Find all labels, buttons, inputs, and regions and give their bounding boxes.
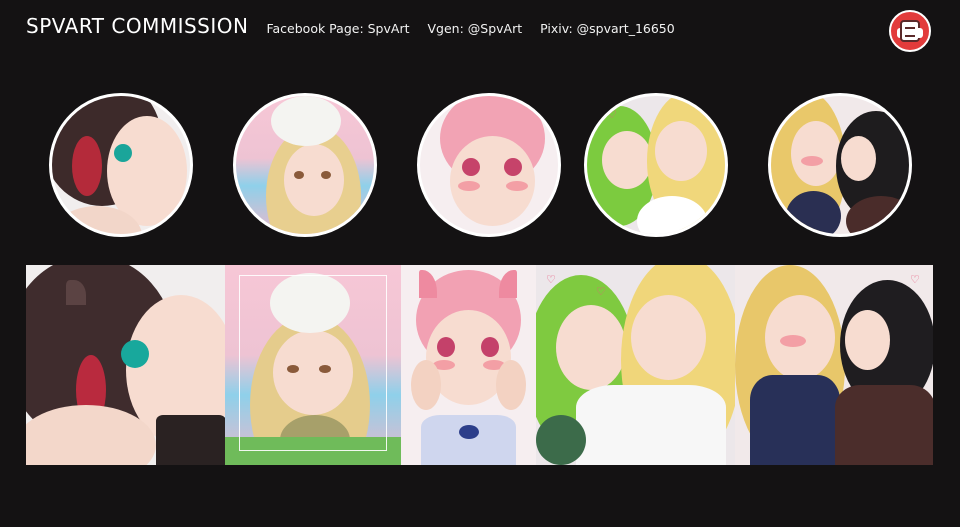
headshot-5[interactable] <box>768 93 912 237</box>
artwork-panel-2[interactable] <box>225 265 401 465</box>
vgen-link[interactable]: Vgen: @SpvArt <box>427 21 522 36</box>
artwork-panel-3[interactable] <box>401 265 536 465</box>
header: SPVART COMMISSION Facebook Page: SpvArt … <box>26 14 693 44</box>
page-title: SPVART COMMISSION <box>26 14 249 38</box>
photo-frame <box>239 275 387 451</box>
headshot-4[interactable]: ♡ <box>584 93 728 237</box>
artwork-panel-5[interactable]: ♡ <box>735 265 933 465</box>
artwork-panel-4[interactable]: ♡ ♡ <box>536 265 735 465</box>
pixiv-link[interactable]: Pixiv: @spvart_16650 <box>540 21 675 36</box>
artwork-panel-1[interactable] <box>26 265 225 465</box>
artwork-strip: ♡ ♡ ♡ <box>26 265 933 465</box>
facebook-link[interactable]: Facebook Page: SpvArt <box>266 21 409 36</box>
peace-hand-right-icon <box>915 28 923 38</box>
spvart-logo-icon <box>889 10 931 52</box>
headshot-2[interactable] <box>233 93 377 237</box>
headshot-row: ♡ <box>0 93 960 243</box>
headshot-1[interactable] <box>49 93 193 237</box>
headshot-3[interactable] <box>417 93 561 237</box>
